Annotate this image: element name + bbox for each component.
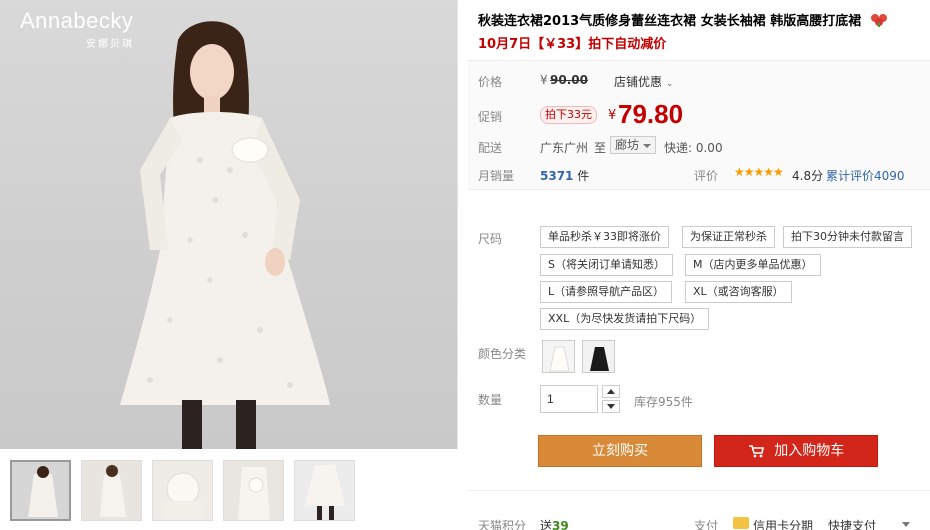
price-label: 价格	[478, 75, 503, 89]
quantity-label: 数量	[478, 393, 503, 407]
ship-from: 广东广州	[540, 141, 589, 155]
monthly-sales-count: 5371	[540, 169, 574, 183]
brand-name-cn: 安娜贝琪	[86, 39, 134, 50]
monthly-sales-label: 月销量	[478, 169, 515, 183]
credit-card-installment-link[interactable]: 信用卡分期	[753, 517, 813, 530]
rating-score: 4.8分	[792, 169, 824, 183]
add-to-cart-button[interactable]: 加入购物车	[714, 435, 878, 467]
thumbnail-image	[153, 461, 212, 520]
size-label: 尺码	[478, 232, 503, 246]
color-swatch-black[interactable]	[582, 340, 615, 373]
add-to-cart-label: 加入购物车	[774, 443, 845, 459]
thumbnail-3[interactable]	[152, 460, 213, 521]
size-option[interactable]: 拍下30分钟未付款留言	[783, 226, 912, 248]
brand-logo: Annabecky 安娜贝琪	[20, 8, 134, 50]
product-title: 秋装连衣裙2013气质修身蕾丝连衣裙 女装长袖裙 韩版高腰打底裙	[478, 10, 888, 29]
product-title-text: 秋装连衣裙2013气质修身蕾丝连衣裙 女装长袖裙 韩版高腰打底裙	[478, 14, 862, 29]
monthly-sales: 5371 件	[540, 167, 589, 184]
quantity-increase-button[interactable]	[602, 385, 620, 398]
shop-promo-dropdown[interactable]: 店铺优惠 ⌄	[614, 73, 673, 90]
thumbnail-1[interactable]	[10, 460, 71, 521]
thumbnail-image	[295, 461, 354, 520]
black-dress-thumbnail	[583, 341, 614, 372]
size-option-xxl[interactable]: XXL（为尽快发货请拍下尺码）	[540, 308, 710, 330]
cart-icon	[748, 445, 764, 458]
tmall-points-value: 39	[552, 519, 569, 530]
original-price: 90.00	[550, 73, 588, 87]
stock-count: 库存955件	[634, 395, 693, 409]
buy-now-button[interactable]: 立刻购买	[538, 435, 702, 467]
thumbnail-strip	[0, 452, 458, 530]
caret-down-icon[interactable]	[902, 522, 910, 527]
tmall-points: 送39	[540, 517, 569, 530]
size-option-l[interactable]: L（请参照导航产品区）	[540, 281, 673, 303]
destination-city: 廊坊	[615, 138, 640, 152]
quantity-input[interactable]	[540, 385, 598, 413]
thumbnail-image	[224, 461, 283, 520]
color-swatch-white[interactable]	[542, 340, 575, 373]
currency-symbol: ¥	[540, 73, 548, 87]
ship-to-word: 至	[594, 141, 607, 155]
shipping-fee: 快递: 0.00	[664, 141, 723, 155]
thumbnail-image	[82, 461, 141, 520]
payment-label: 支付	[694, 519, 719, 530]
size-option-s[interactable]: S（将关闭订单请知悉）	[540, 254, 673, 276]
model-photo	[120, 21, 330, 449]
product-info-panel: 秋装连衣裙2013气质修身蕾丝连衣裙 女装长袖裙 韩版高腰打底裙 10月7日【￥…	[468, 0, 930, 530]
tmall-points-label: 天猫积分	[478, 519, 527, 530]
thumbnail-4[interactable]	[223, 460, 284, 521]
promo-price: 79.80	[618, 99, 684, 129]
color-label: 颜色分类	[478, 347, 527, 361]
thumbnail-image	[12, 462, 69, 519]
total-reviews-link[interactable]: 累计评价4090	[826, 167, 905, 184]
main-product-image[interactable]: Annabecky 安娜贝琪	[0, 0, 458, 449]
thumbnail-5[interactable]	[294, 460, 355, 521]
destination-city-select[interactable]: 廊坊	[610, 136, 656, 154]
size-option[interactable]: 单品秒杀￥33即将涨价	[540, 226, 669, 248]
quantity-decrease-button[interactable]	[602, 400, 620, 413]
divider	[468, 490, 930, 491]
white-dress-thumbnail	[543, 341, 574, 372]
tmall-points-prefix: 送	[540, 519, 553, 530]
size-option[interactable]: 为保证正常秒杀	[682, 226, 775, 248]
thumbnail-2[interactable]	[81, 460, 142, 521]
shipping-label: 配送	[478, 141, 503, 155]
quick-pay-link[interactable]: 快捷支付	[828, 517, 876, 530]
product-promo-subtitle: 10月7日【￥33】拍下自动减价	[478, 37, 667, 52]
chevron-down-icon: ⌄	[665, 79, 674, 89]
price-box: 价格 ¥ 90.00 店铺优惠 ⌄ 促销 拍下33元 ¥ 79.80 配送 广东…	[468, 60, 930, 190]
promo-currency-symbol: ¥	[608, 108, 617, 123]
caret-down-icon	[643, 144, 651, 148]
size-option-xl[interactable]: XL（或咨询客服）	[685, 281, 792, 303]
promo-label: 促销	[478, 110, 503, 124]
rating-stars-icon: ★★★★★	[734, 165, 784, 179]
shop-promo-label: 店铺优惠	[614, 75, 663, 89]
credit-card-icon	[733, 517, 749, 529]
rating-label: 评价	[694, 169, 719, 183]
flower-icon	[870, 14, 887, 27]
size-option-m[interactable]: M（店内更多单品优惠）	[685, 254, 821, 276]
promo-badge: 拍下33元	[540, 106, 597, 124]
brand-name: Annabecky	[20, 8, 134, 33]
monthly-sales-unit: 件	[577, 169, 590, 183]
buy-now-label: 立刻购买	[592, 443, 648, 459]
